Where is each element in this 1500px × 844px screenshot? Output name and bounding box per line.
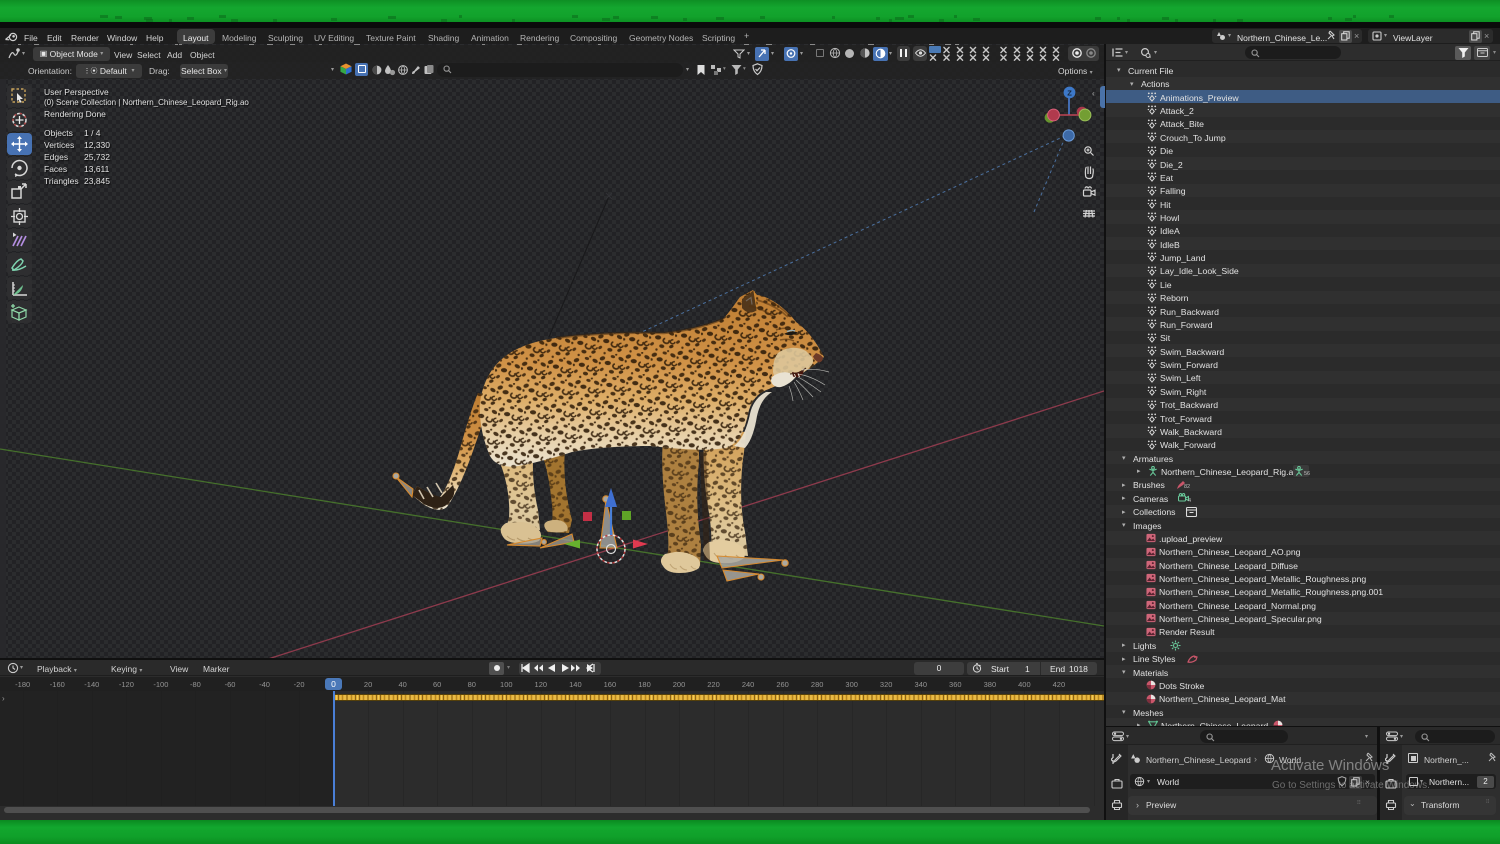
svg-text:Z: Z: [1067, 89, 1072, 98]
svg-text:‹: ‹: [1092, 89, 1095, 98]
